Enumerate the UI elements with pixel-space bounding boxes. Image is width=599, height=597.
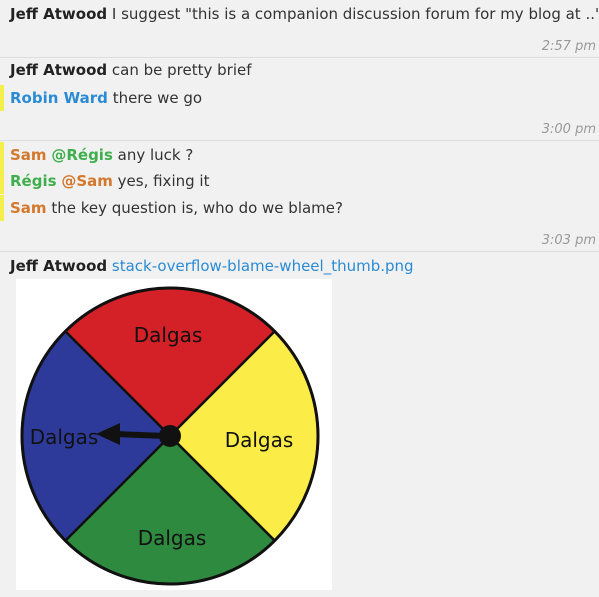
image-thumbnail[interactable]: Dalgas Dalgas Dalgas Dalgas [16, 279, 332, 590]
segment-label: Dalgas [134, 323, 203, 347]
segment-label: Dalgas [30, 425, 99, 449]
chat-message-highlighted: Sam the key question is, who do we blame… [0, 195, 599, 221]
message-text: there we go [112, 89, 203, 107]
chat-message: Jeff Atwood can be pretty brief [0, 57, 599, 83]
chat-message: Jeff Atwood I suggest "this is a compani… [0, 1, 599, 27]
timestamp: 3:00 pm [541, 122, 596, 137]
mention[interactable]: @Régis [51, 146, 113, 164]
message-author[interactable]: Jeff Atwood [10, 5, 107, 23]
divider [0, 251, 599, 252]
timestamp: 2:57 pm [541, 39, 596, 54]
message-author[interactable]: Régis [10, 172, 57, 190]
segment-label: Dalgas [138, 526, 207, 550]
message-author[interactable]: Jeff Atwood [10, 257, 107, 275]
message-author[interactable]: Robin Ward [10, 89, 108, 107]
segment-label: Dalgas [225, 428, 294, 452]
chat-message-highlighted: Robin Ward there we go [0, 85, 599, 111]
spinner-arrow-shaft [115, 431, 167, 439]
message-text: I suggest "this is a companion discussio… [111, 5, 599, 23]
timestamp: 3:03 pm [541, 233, 596, 248]
blame-wheel-image: Dalgas Dalgas Dalgas Dalgas [20, 286, 320, 586]
message-text: yes, fixing it [117, 172, 210, 190]
message-author[interactable]: Sam [10, 146, 47, 164]
mention[interactable]: @Sam [61, 172, 113, 190]
message-author[interactable]: Jeff Atwood [10, 61, 107, 79]
message-author[interactable]: Sam [10, 199, 47, 217]
message-text: the key question is, who do we blame? [51, 199, 343, 217]
spinner-hub [159, 425, 181, 447]
chat-message-highlighted: Régis @Sam yes, fixing it [0, 168, 599, 194]
image-link[interactable]: stack-overflow-blame-wheel_thumb.png [112, 257, 414, 275]
divider [0, 140, 599, 141]
chat-message-highlighted: Sam @Régis any luck ? [0, 142, 599, 168]
message-text: any luck ? [117, 146, 194, 164]
chat-message: Jeff Atwood stack-overflow-blame-wheel_t… [0, 253, 599, 279]
message-text: can be pretty brief [111, 61, 252, 79]
